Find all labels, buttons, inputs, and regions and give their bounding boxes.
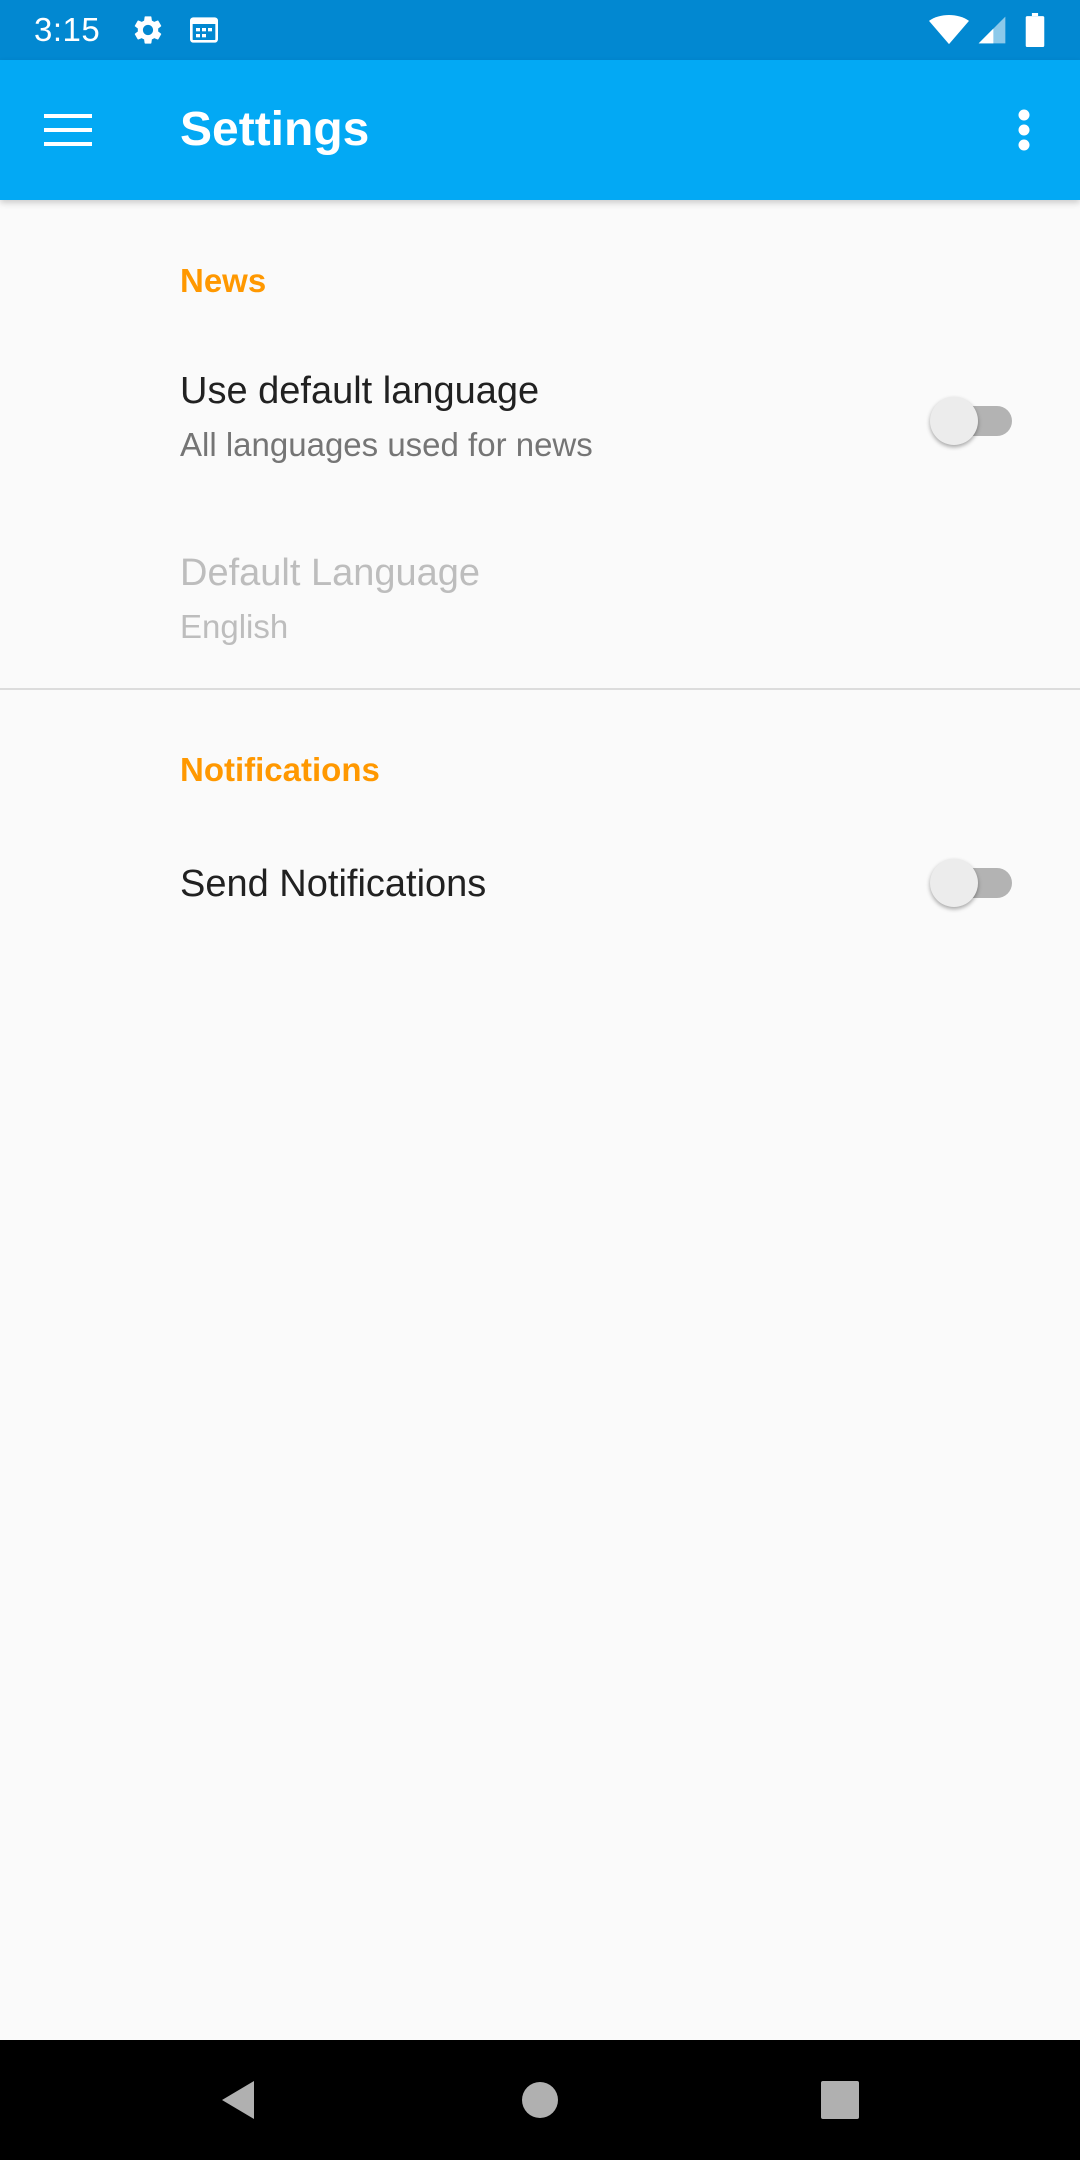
settings-screen: 3:15 Settings News Use default language … xyxy=(0,0,1080,2160)
gear-icon xyxy=(130,0,166,60)
default-language-title: Default Language xyxy=(180,552,481,594)
switch-thumb xyxy=(930,859,978,907)
wifi-icon xyxy=(928,0,970,60)
section-divider xyxy=(0,688,1080,690)
home-icon[interactable] xyxy=(500,2060,580,2140)
hamburger-menu-icon[interactable] xyxy=(26,88,112,172)
back-icon[interactable] xyxy=(198,2060,278,2140)
recents-icon[interactable] xyxy=(800,2060,880,2140)
status-time: 3:15 xyxy=(34,11,101,48)
switch-thumb xyxy=(930,397,978,445)
send-notifications-title: Send Notifications xyxy=(180,863,487,905)
signal-icon xyxy=(974,0,1010,60)
send-notifications-preference[interactable]: Send Notifications xyxy=(0,830,1080,960)
category-news-header: News xyxy=(180,262,267,299)
send-notifications-switch[interactable] xyxy=(930,854,1014,910)
use-default-language-title: Use default language xyxy=(180,370,540,412)
page-title: Settings xyxy=(180,103,370,156)
status-bar: 3:15 xyxy=(0,0,1080,60)
more-vert-icon[interactable] xyxy=(982,88,1066,172)
battery-icon xyxy=(1020,0,1050,60)
use-default-language-preference[interactable]: Use default language All languages used … xyxy=(0,350,1080,520)
calendar-icon xyxy=(186,0,222,60)
use-default-language-switch[interactable] xyxy=(930,392,1014,448)
default-language-summary: English xyxy=(180,608,289,645)
use-default-language-summary: All languages used for news xyxy=(180,426,593,463)
app-bar: Settings xyxy=(0,60,1080,200)
category-notifications-header: Notifications xyxy=(180,751,380,788)
system-navigation-bar xyxy=(0,2040,1080,2160)
default-language-preference[interactable]: Default Language English xyxy=(0,530,1080,690)
